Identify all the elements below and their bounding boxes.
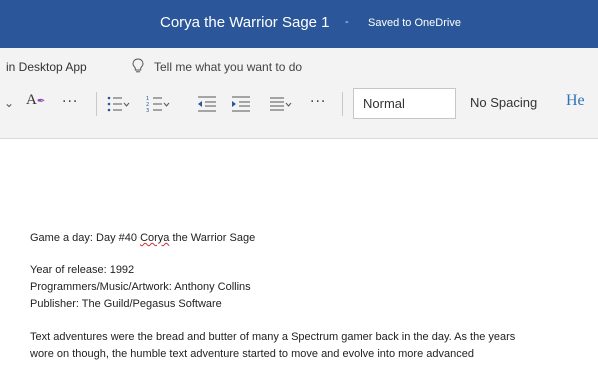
svg-text:3: 3 [146, 108, 149, 114]
font-color-button[interactable]: A✒ [26, 92, 45, 109]
document-line-title: Game a day: Day #40 Corya the Warrior Sa… [30, 232, 255, 244]
ruler-area [0, 122, 598, 139]
increase-indent-icon[interactable] [230, 94, 254, 114]
style-normal[interactable]: Normal [353, 88, 456, 119]
title-bar: Corya the Warrior Sage 1 - Saved to OneD… [0, 0, 598, 48]
style-no-spacing[interactable]: No Spacing [470, 95, 537, 110]
numbering-icon[interactable]: 1 2 3 [146, 94, 170, 114]
save-status[interactable]: Saved to OneDrive [368, 17, 461, 29]
document-page[interactable]: Game a day: Day #40 Corya the Warrior Sa… [0, 139, 598, 374]
style-heading[interactable]: He [566, 92, 585, 110]
more-font-options-button[interactable]: ··· [62, 94, 78, 110]
title-separator: - [345, 16, 349, 28]
font-color-icon: ✒ [36, 96, 46, 107]
lightbulb-icon [132, 58, 144, 73]
document-title[interactable]: Corya the Warrior Sage 1 [160, 14, 330, 31]
decrease-indent-icon[interactable] [196, 94, 220, 114]
align-icon[interactable] [268, 94, 292, 114]
font-color-label: A [26, 92, 37, 108]
title-text-suffix: the Warrior Sage [169, 232, 256, 244]
chevron-icon[interactable]: ⌄ [4, 96, 14, 110]
document-line-publisher: Publisher: The Guild/Pegasus Software [30, 298, 222, 310]
misspelled-word[interactable]: Corya [140, 232, 169, 244]
style-normal-label: Normal [363, 96, 405, 111]
open-in-desktop-app-button[interactable]: in Desktop App [6, 60, 87, 74]
command-bar: in Desktop App Tell me what you want to … [0, 48, 598, 86]
ribbon-divider [342, 92, 343, 116]
tell-me-search[interactable]: Tell me what you want to do [154, 60, 302, 74]
bullets-icon[interactable] [106, 94, 130, 114]
document-line-programmers: Programmers/Music/Artwork: Anthony Colli… [30, 281, 251, 293]
document-line-year: Year of release: 1992 [30, 264, 135, 276]
document-paragraph-line-2: wore on though, the humble text adventur… [30, 348, 474, 360]
ribbon: ⌄ A✒ ··· 1 2 3 ··· Normal No Spacing He [0, 86, 598, 123]
more-paragraph-options-button[interactable]: ··· [310, 94, 326, 110]
document-paragraph-line-1: Text adventures were the bread and butte… [30, 331, 516, 343]
ribbon-divider [96, 92, 97, 116]
title-text-prefix: Game a day: Day #40 [30, 232, 141, 244]
